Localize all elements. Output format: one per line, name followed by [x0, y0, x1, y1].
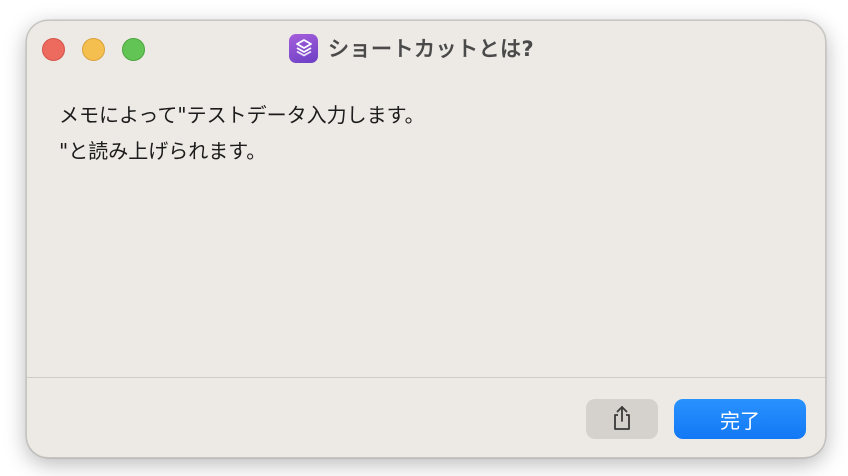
close-window-button[interactable] — [42, 38, 65, 61]
share-icon — [611, 405, 633, 434]
window-title: ショートカットとは? — [328, 37, 535, 61]
window-title-group: ショートカットとは? — [289, 30, 534, 66]
title-bar: ショートカットとは? — [27, 21, 825, 75]
shortcut-dialog-window: ショートカットとは? メモによって"テストデータ入力します。 "と読み上げられま… — [26, 20, 826, 458]
minimize-window-button[interactable] — [82, 38, 105, 61]
share-button[interactable] — [586, 399, 658, 439]
zoom-window-button[interactable] — [122, 38, 145, 61]
footer-divider — [27, 377, 825, 378]
done-button[interactable]: 完了 — [674, 399, 806, 439]
dialog-message: メモによって"テストデータ入力します。 "と読み上げられます。 — [59, 97, 779, 169]
message-line-1: メモによって"テストデータ入力します。 — [59, 103, 425, 127]
message-line-2: "と読み上げられます。 — [59, 139, 267, 163]
shortcuts-icon — [289, 33, 318, 63]
